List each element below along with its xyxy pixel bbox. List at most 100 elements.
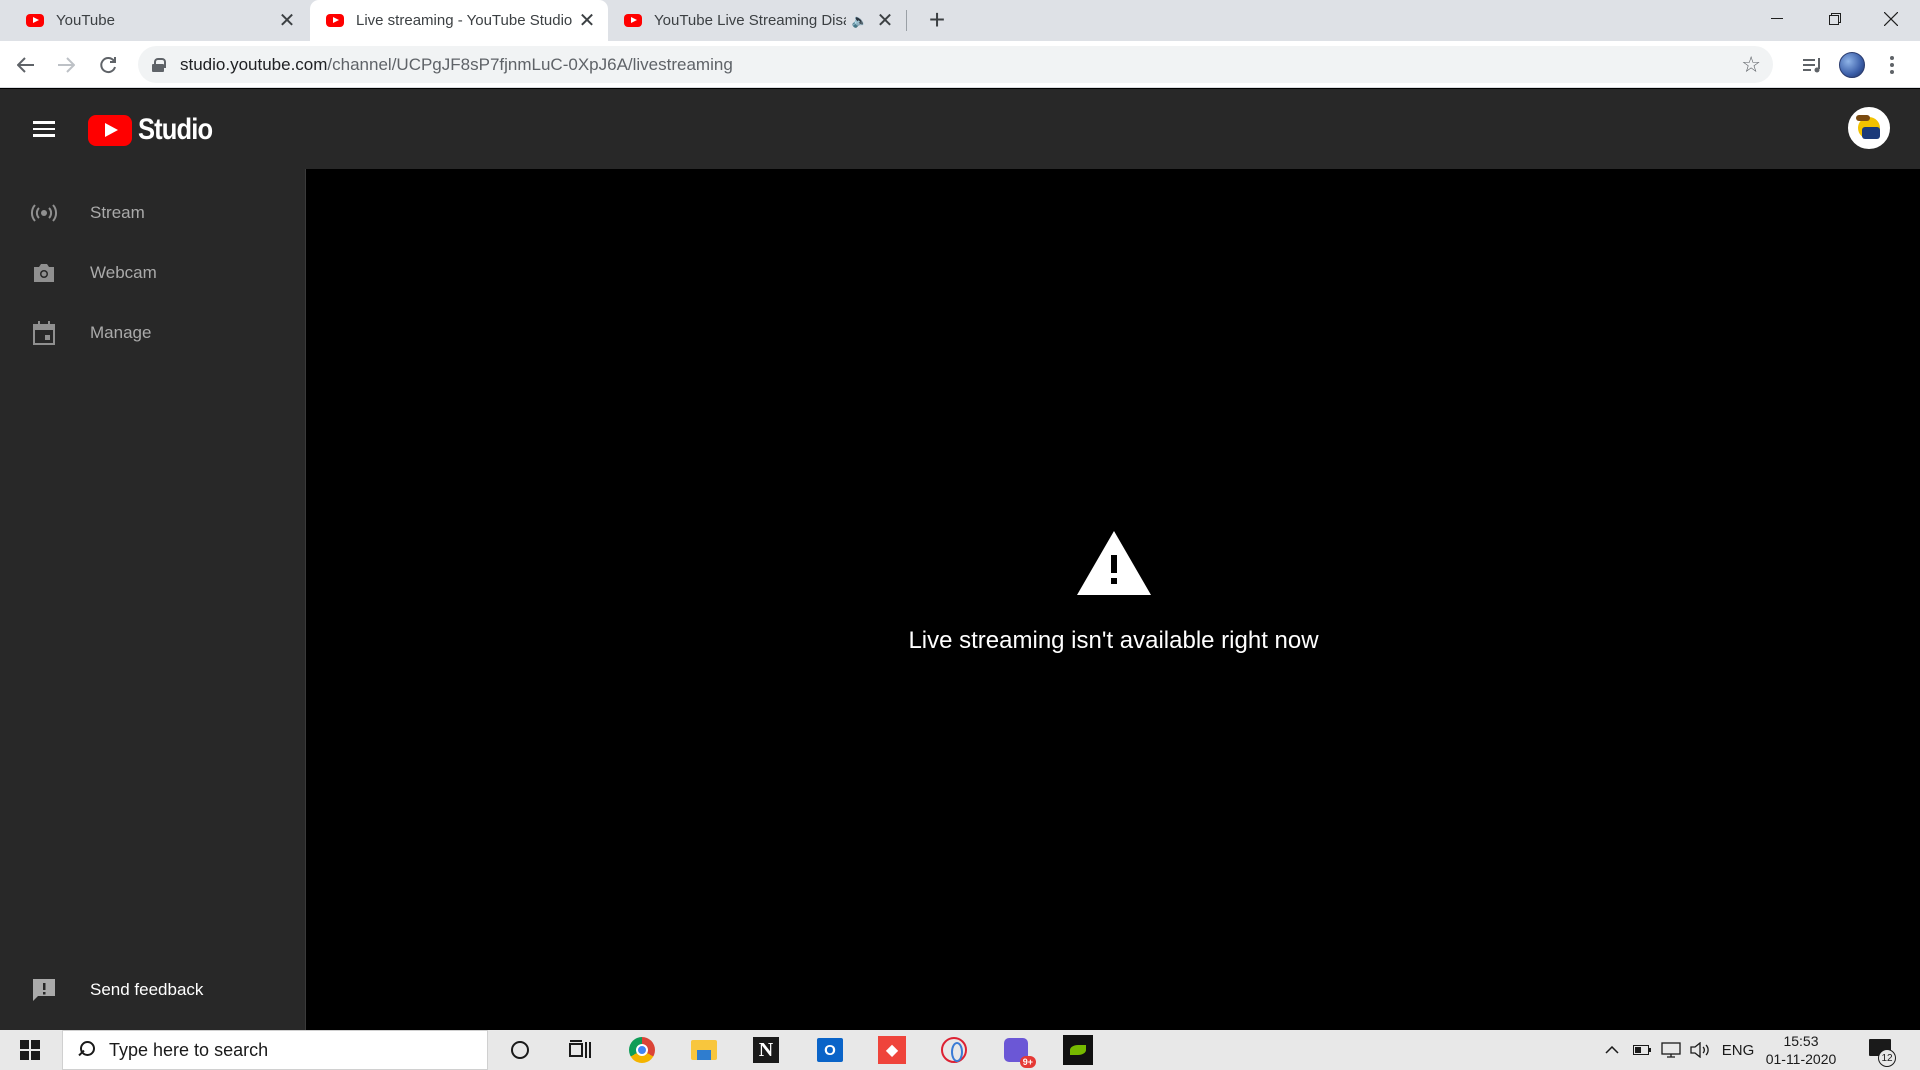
volume-button[interactable] [1688, 1030, 1714, 1070]
action-center-button[interactable]: 12 [1866, 1036, 1896, 1067]
notification-count: 12 [1878, 1049, 1896, 1067]
network-icon [1661, 1042, 1681, 1058]
kebab-menu-icon [1890, 56, 1894, 74]
reload-button[interactable] [92, 49, 124, 81]
playlist-icon [1803, 58, 1820, 73]
app-badge: 9+ [1019, 1056, 1036, 1068]
lock-icon[interactable] [152, 57, 166, 72]
sidebar-item-label: Webcam [90, 263, 157, 282]
forward-button[interactable] [50, 49, 82, 81]
windows-logo-icon [20, 1040, 40, 1060]
profile-avatar [1839, 52, 1865, 78]
sidebar-item-label: Stream [90, 203, 145, 222]
game-app-icon: 9+ [1004, 1038, 1036, 1068]
browser-toolbar: studio.youtube.com/channel/UCPgJF8sP7fjn… [0, 41, 1920, 88]
chrome-icon [629, 1037, 655, 1063]
send-feedback-button[interactable]: Send feedback [0, 965, 306, 1015]
clock-date: 01-11-2020 [1765, 1051, 1837, 1067]
nvidia-icon [1063, 1035, 1093, 1065]
media-control-button[interactable] [1796, 49, 1828, 81]
taskbar-search-box[interactable]: Type here to search [62, 1030, 488, 1070]
unavailable-message: Live streaming isn't available right now [908, 627, 1319, 654]
outlook-icon: O [817, 1038, 843, 1062]
search-icon [77, 1041, 95, 1059]
browser-menu-button[interactable] [1876, 49, 1908, 81]
url-host: studio.youtube.com [180, 54, 328, 74]
chrome-taskbar-button[interactable] [626, 1034, 658, 1066]
youtube-favicon-icon [326, 14, 344, 27]
tab-separator [906, 10, 907, 31]
nvidia-button[interactable] [1062, 1034, 1094, 1066]
network-button[interactable] [1658, 1030, 1684, 1070]
restore-icon [1829, 13, 1841, 25]
snip-tool-button[interactable] [938, 1034, 970, 1066]
search-placeholder: Type here to search [109, 1039, 269, 1060]
sidebar-item-webcam[interactable]: Webcam [0, 248, 306, 298]
windows-taskbar: Type here to search N O ◆ 9+ ENG 15:53 0… [0, 1030, 1920, 1070]
outlook-button[interactable]: O [814, 1034, 846, 1066]
reload-icon [100, 57, 116, 74]
feedback-icon [30, 976, 58, 1004]
url-text[interactable]: studio.youtube.com/channel/UCPgJF8sP7fjn… [180, 55, 733, 75]
arrow-left-icon [17, 57, 34, 73]
battery-button[interactable] [1630, 1030, 1654, 1070]
speaker-icon[interactable]: 🔈 [852, 13, 868, 29]
tab-title: YouTube [56, 12, 115, 29]
hamburger-menu-icon[interactable] [30, 115, 58, 143]
studio-logo-text: Studio [138, 113, 213, 146]
language-indicator[interactable]: ENG [1720, 1030, 1756, 1070]
clock[interactable]: 15:53 01-11-2020 [1756, 1032, 1846, 1068]
snip-icon [941, 1037, 967, 1063]
arrow-right-icon [58, 57, 75, 73]
warning-icon [1077, 531, 1151, 595]
browser-tab-strip: YouTube ✕ Live streaming - YouTube Studi… [0, 0, 1920, 41]
sidebar-item-label: Manage [90, 323, 152, 342]
task-view-button[interactable] [564, 1034, 596, 1066]
address-bar[interactable]: studio.youtube.com/channel/UCPgJF8sP7fjn… [138, 46, 1773, 83]
youtube-play-icon [88, 114, 132, 146]
notion-icon: N [753, 1037, 779, 1063]
cortana-icon [511, 1041, 529, 1059]
youtube-favicon-icon [624, 14, 642, 27]
sidebar: Stream Webcam Manage Send feedback [0, 169, 306, 1030]
tab-live-streaming[interactable]: Live streaming - YouTube Studio ✕ [310, 0, 608, 41]
tab-youtube[interactable]: YouTube ✕ [12, 0, 308, 41]
task-view-icon [569, 1040, 591, 1058]
new-tab-button[interactable]: + [922, 4, 952, 35]
clock-time: 15:53 [1783, 1033, 1819, 1049]
calendar-icon [30, 319, 58, 347]
account-avatar[interactable] [1848, 107, 1890, 149]
sidebar-item-manage[interactable]: Manage [0, 308, 306, 358]
tab-title: Live streaming - YouTube Studio [356, 12, 573, 29]
battery-icon [1633, 1045, 1651, 1055]
start-button[interactable] [0, 1030, 60, 1070]
close-icon [1884, 12, 1898, 26]
folder-icon [691, 1040, 717, 1060]
notion-button[interactable]: N [750, 1034, 782, 1066]
send-feedback-label: Send feedback [90, 980, 204, 999]
youtube-favicon-icon [26, 14, 44, 27]
studio-logo[interactable]: Studio [88, 113, 225, 147]
cortana-button[interactable] [504, 1034, 536, 1066]
tab-title: YouTube Live Streaming Disa [654, 12, 846, 29]
chevron-up-icon [1605, 1046, 1619, 1054]
minimize-button[interactable] [1748, 0, 1806, 38]
restore-button[interactable] [1806, 0, 1864, 38]
tab-close-icon[interactable]: ✕ [276, 10, 298, 32]
game-app-button[interactable]: 9+ [1000, 1034, 1036, 1068]
file-explorer-button[interactable] [688, 1034, 720, 1066]
broadcast-icon [30, 199, 58, 227]
sidebar-item-stream[interactable]: Stream [0, 188, 306, 238]
tab-live-streaming-disabled[interactable]: YouTube Live Streaming Disa 🔈 ✕ [610, 0, 906, 41]
profile-button[interactable] [1836, 49, 1868, 81]
tab-close-icon[interactable]: ✕ [576, 10, 598, 32]
anydesk-button[interactable]: ◆ [876, 1034, 908, 1066]
url-path: /channel/UCPgJF8sP7fjnmLuC-0XpJ6A/livest… [327, 54, 733, 74]
show-hidden-icons-button[interactable] [1600, 1030, 1624, 1070]
tab-close-icon[interactable]: ✕ [874, 10, 896, 32]
camera-icon [30, 259, 58, 287]
close-window-button[interactable] [1862, 0, 1920, 38]
bookmark-star-icon[interactable]: ☆ [1741, 52, 1761, 78]
speaker-icon [1690, 1042, 1709, 1058]
back-button[interactable] [10, 49, 42, 81]
